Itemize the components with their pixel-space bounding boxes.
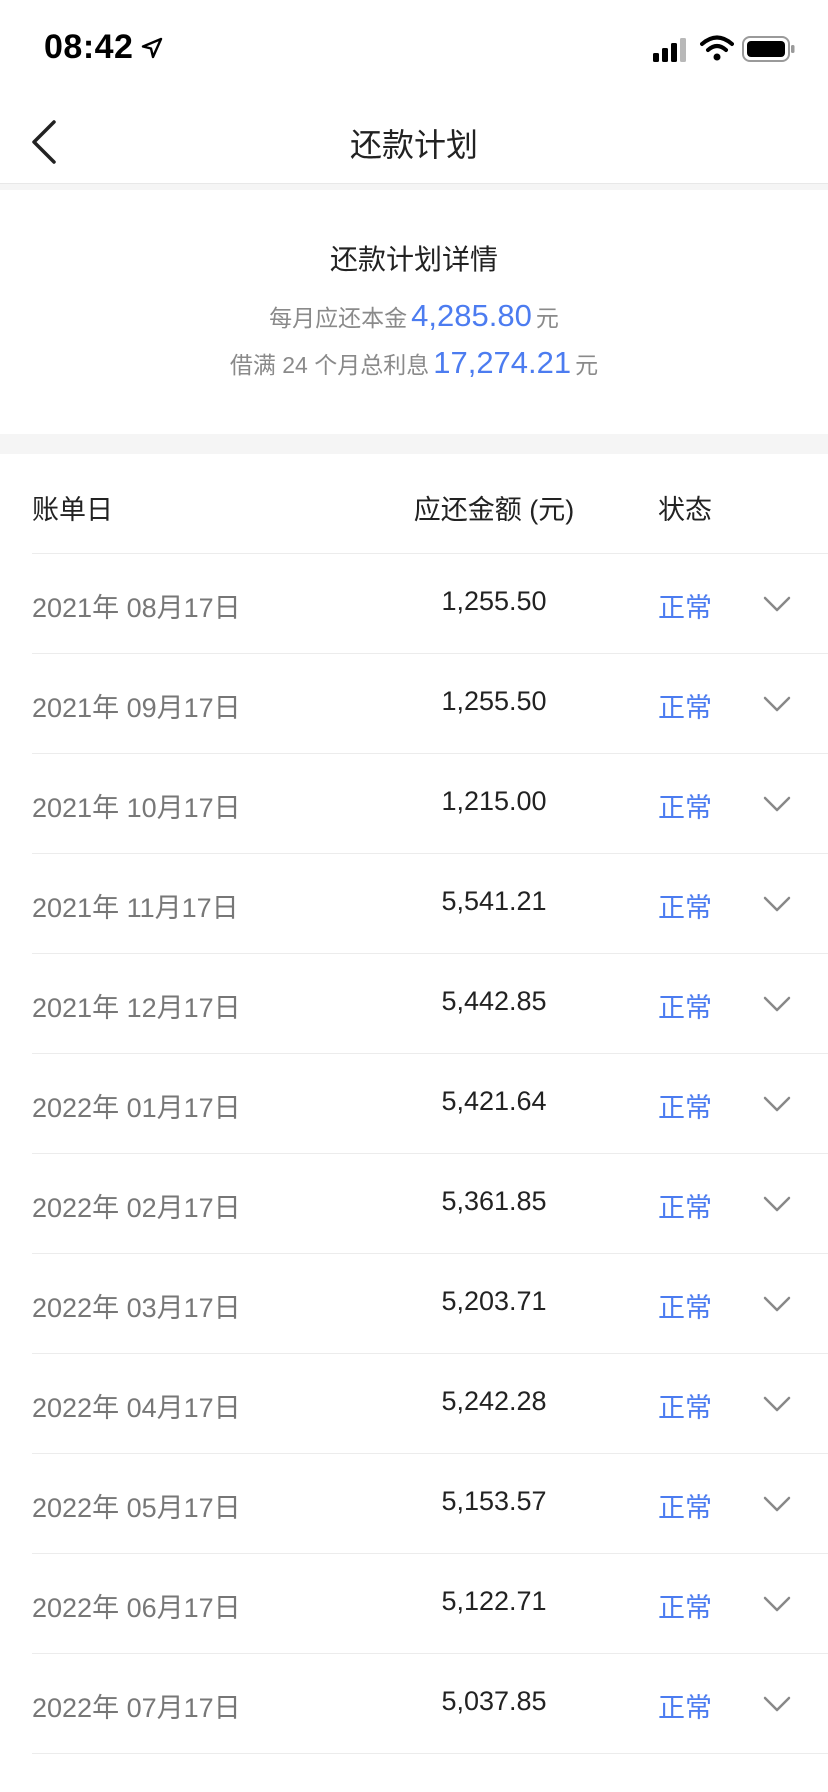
status-bar: 08:42 (0, 0, 828, 100)
bill-date: 2021年 08月17日 (32, 593, 241, 623)
table-row[interactable]: 2021年 11月17日 5,541.21 正常 (32, 854, 828, 954)
table-body: 2021年 08月17日 1,255.50 正常 2021年 09月17日 1,255.… (0, 554, 828, 1792)
table-row[interactable]: 2022年 08月17日 正常 (32, 1754, 828, 1792)
chevron-down-icon[interactable] (762, 1094, 792, 1114)
bill-date: 2022年 02月17日 (32, 1193, 241, 1223)
chevron-down-icon[interactable] (762, 694, 792, 714)
amount-due: 1,255.50 (441, 686, 547, 716)
amount-due: 5,242.28 (441, 1386, 547, 1416)
battery-icon (742, 36, 796, 62)
chevron-down-icon[interactable] (762, 1594, 792, 1614)
table-row[interactable]: 2022年 06月17日 5,122.71 正常 (32, 1554, 828, 1654)
chevron-down-icon[interactable] (762, 894, 792, 914)
amount-due: 5,541.21 (441, 886, 547, 916)
total-interest-line: 借满 24 个月总利息 17,274.21 元 (0, 345, 828, 381)
status-label: 正常 (658, 993, 712, 1023)
summary-title: 还款计划详情 (329, 244, 498, 275)
amount-due: 5,153.57 (441, 1486, 547, 1516)
section-divider (0, 434, 828, 454)
status-label: 正常 (658, 593, 712, 623)
header-amount-due: 应还金额 (元) (413, 495, 575, 525)
total-interest-unit: 元 (575, 352, 599, 378)
signal-icon (652, 38, 690, 62)
table-row[interactable]: 2022年 04月17日 5,242.28 正常 (32, 1354, 828, 1454)
bill-date: 2022年 04月17日 (32, 1393, 241, 1423)
monthly-principal-label: 每月应还本金 (269, 305, 408, 331)
repayment-schedule-table: 账单日 应还金额 (元) 状态 2021年 08月17日 1,255.50 正常 20… (0, 454, 828, 1792)
table-row[interactable]: 2022年 07月17日 5,037.85 正常 (32, 1654, 828, 1754)
repayment-summary: 还款计划详情 每月应还本金 4,285.80 元 借满 24 个月总利息 17,274… (0, 190, 828, 434)
status-label: 正常 (658, 1393, 712, 1423)
status-label: 正常 (658, 1593, 712, 1623)
amount-due: 5,122.71 (441, 1586, 547, 1616)
repayment-plan-screen: 08:42 还款计划 还款计划详情 每月应还本金 4,285.80 元 借满 2… (0, 0, 828, 1792)
bill-date: 2022年 05月17日 (32, 1493, 241, 1523)
total-interest-amount: 17,274.21 (433, 345, 572, 380)
table-row[interactable]: 2022年 01月17日 5,421.64 正常 (32, 1054, 828, 1154)
chevron-down-icon[interactable] (762, 794, 792, 814)
header-bill-date: 账单日 (32, 495, 113, 525)
status-label: 正常 (658, 1293, 712, 1323)
bill-date: 2022年 08月17日 (32, 1786, 241, 1792)
wifi-icon (700, 34, 734, 62)
navigation-bar: 还款计划 (0, 100, 828, 184)
bill-date: 2021年 10月17日 (32, 793, 241, 823)
status-label: 正常 (658, 793, 712, 823)
amount-due: 1,255.50 (441, 586, 547, 616)
status-label: 正常 (658, 1093, 712, 1123)
bill-date: 2022年 06月17日 (32, 1593, 241, 1623)
chevron-down-icon[interactable] (762, 1694, 792, 1714)
status-label: 正常 (658, 1193, 712, 1223)
amount-due: 5,203.71 (441, 1286, 547, 1316)
amount-due: 5,421.64 (441, 1086, 547, 1116)
chevron-down-icon[interactable] (762, 594, 792, 614)
monthly-principal-amount: 4,285.80 (411, 298, 532, 333)
chevron-down-icon[interactable] (762, 994, 792, 1014)
table-row[interactable]: 2022年 03月17日 5,203.71 正常 (32, 1254, 828, 1354)
status-label: 正常 (658, 1693, 712, 1723)
bill-date: 2021年 12月17日 (32, 993, 241, 1023)
chevron-down-icon[interactable] (762, 1494, 792, 1514)
total-interest-label: 借满 24 个月总利息 (229, 352, 430, 378)
table-row[interactable]: 2021年 09月17日 1,255.50 正常 (32, 654, 828, 754)
table-row[interactable]: 2021年 08月17日 1,255.50 正常 (32, 554, 828, 654)
table-row[interactable]: 2022年 05月17日 5,153.57 正常 (32, 1454, 828, 1554)
amount-due: 5,361.85 (441, 1186, 547, 1216)
status-label: 正常 (658, 893, 712, 923)
status-time: 08:42 (44, 28, 134, 66)
monthly-principal-unit: 元 (535, 305, 559, 331)
amount-due: 1,215.00 (441, 786, 547, 816)
table-header: 账单日 应还金额 (元) 状态 (32, 454, 828, 554)
header-status: 状态 (658, 495, 712, 525)
table-row[interactable]: 2021年 10月17日 1,215.00 正常 (32, 754, 828, 854)
bill-date: 2022年 03月17日 (32, 1293, 241, 1323)
bill-date: 2021年 11月17日 (32, 893, 239, 923)
amount-due: 5,037.85 (441, 1686, 547, 1716)
table-row[interactable]: 2021年 12月17日 5,442.85 正常 (32, 954, 828, 1054)
location-icon (140, 36, 164, 60)
bill-date: 2022年 01月17日 (32, 1093, 241, 1123)
chevron-down-icon[interactable] (762, 1294, 792, 1314)
bill-date: 2021年 09月17日 (32, 693, 241, 723)
status-label: 正常 (658, 1786, 712, 1792)
amount-due: 5,442.85 (441, 986, 547, 1016)
status-label: 正常 (658, 693, 712, 723)
status-label: 正常 (658, 1493, 712, 1523)
page-title: 还款计划 (349, 127, 478, 163)
monthly-principal-line: 每月应还本金 4,285.80 元 (0, 298, 828, 334)
bill-date: 2022年 07月17日 (32, 1693, 241, 1723)
chevron-down-icon[interactable] (762, 1194, 792, 1214)
table-row[interactable]: 2022年 02月17日 5,361.85 正常 (32, 1154, 828, 1254)
chevron-down-icon[interactable] (762, 1394, 792, 1414)
